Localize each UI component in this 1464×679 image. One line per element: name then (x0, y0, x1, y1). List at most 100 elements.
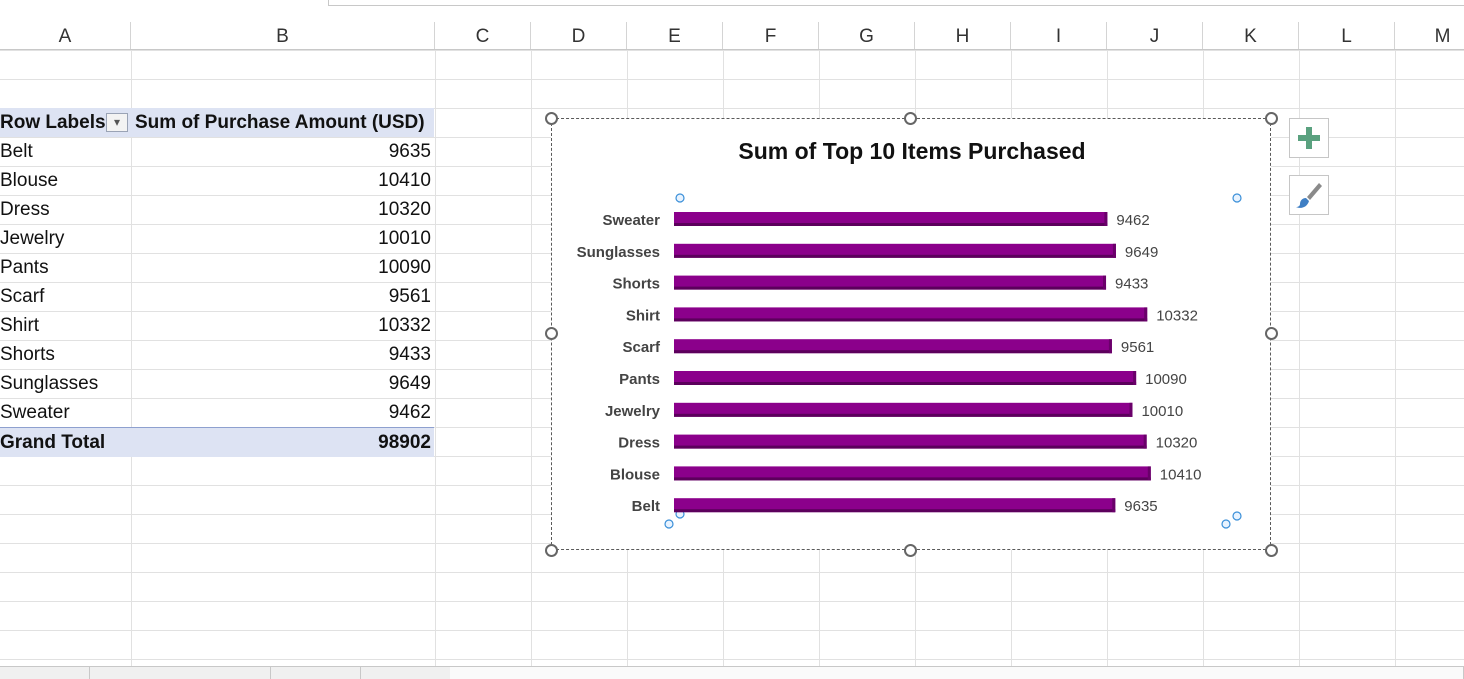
plot-area-handle[interactable] (675, 193, 685, 203)
pivot-row-label: Shorts (0, 344, 55, 365)
row-gridline (0, 659, 1464, 660)
column-header-i[interactable]: I (1011, 22, 1107, 49)
column-header-a[interactable]: A (0, 22, 131, 49)
chart-area[interactable]: Sum of Top 10 Items Purchased Sweater 946… (551, 118, 1271, 550)
sum-header[interactable]: Sum of Purchase Amount (USD) (135, 112, 425, 134)
chart-elements-button[interactable] (1289, 118, 1329, 158)
column-header-k[interactable]: K (1203, 22, 1299, 49)
sheet-tab[interactable] (90, 667, 271, 679)
pivot-row[interactable]: Pants 10090 (0, 253, 434, 282)
data-label: 9649 (1125, 244, 1158, 261)
bar-side[interactable] (1129, 402, 1133, 417)
pivot-row-value: 9635 (388, 141, 431, 162)
pivot-row[interactable]: Jewelry 10010 (0, 224, 434, 253)
column-header-d[interactable]: D (531, 22, 627, 49)
grand-total-row[interactable]: Grand Total 98902 (0, 427, 434, 457)
plot-area-handle[interactable] (1232, 511, 1242, 521)
sheet-tab[interactable] (271, 667, 361, 679)
column-header-g[interactable]: G (819, 22, 915, 49)
pivot-row-value: 10010 (378, 228, 431, 249)
column-header-b[interactable]: B (131, 22, 435, 49)
category-label: Shorts (612, 276, 660, 293)
resize-handle-top-right[interactable] (1265, 112, 1278, 125)
bar-side[interactable] (1147, 466, 1151, 481)
pivot-row-label: Sweater (0, 402, 70, 423)
column-header-h[interactable]: H (915, 22, 1011, 49)
pivot-row[interactable]: Scarf 9561 (0, 282, 434, 311)
category-label: Pants (619, 371, 660, 388)
horizontal-scrollbar[interactable] (450, 667, 1464, 679)
pivot-row-label: Pants (0, 257, 49, 278)
sheet-tab[interactable] (0, 667, 90, 679)
category-label: Blouse (610, 466, 660, 483)
bar-shadow[interactable] (674, 318, 1148, 322)
column-header-f[interactable]: F (723, 22, 819, 49)
data-label: 10090 (1145, 371, 1187, 388)
formula-bar[interactable] (328, 0, 1464, 6)
bar-side[interactable] (1112, 498, 1116, 513)
resize-handle-top-left[interactable] (545, 112, 558, 125)
bar-shadow[interactable] (674, 445, 1147, 449)
bar-side[interactable] (1104, 212, 1108, 226)
bar-shadow[interactable] (674, 509, 1116, 513)
pivot-row-value: 9462 (388, 402, 431, 423)
plot-area-handle[interactable] (1232, 193, 1242, 203)
bar-side[interactable] (1144, 307, 1148, 322)
bar-shadow[interactable] (674, 382, 1137, 385)
resize-handle-top[interactable] (904, 112, 917, 125)
chart-styles-button[interactable] (1289, 175, 1329, 215)
category-label: Jewelry (605, 403, 661, 420)
bar-side[interactable] (1108, 339, 1112, 354)
row-gridline (0, 601, 1464, 602)
plot-area-handle[interactable] (1221, 519, 1231, 529)
bar-shadow[interactable] (674, 286, 1107, 290)
bar-shadow[interactable] (674, 477, 1151, 481)
column-header-m[interactable]: M (1395, 22, 1464, 49)
column-header-l[interactable]: L (1299, 22, 1395, 49)
bar-shadow[interactable] (674, 350, 1112, 354)
filter-dropdown-icon[interactable]: ▾ (106, 113, 128, 132)
pivot-row-label: Shirt (0, 315, 40, 336)
brush-icon (1296, 183, 1322, 208)
row-labels-header[interactable]: Row Labels (0, 112, 106, 134)
grand-total-value: 98902 (378, 432, 431, 453)
bar-side[interactable] (1143, 434, 1147, 449)
bar-chart[interactable]: Sweater 9462 Sunglasses 9649 Shorts 9433 Shirt… (552, 119, 1272, 551)
resize-handle-bottom-right[interactable] (1265, 544, 1278, 557)
pivot-row[interactable]: Blouse 10410 (0, 166, 434, 195)
resize-handle-right[interactable] (1265, 327, 1278, 340)
bar-side[interactable] (1133, 371, 1137, 385)
pivot-row[interactable]: Sweater 9462 (0, 398, 434, 427)
pivot-row[interactable]: Sunglasses 9649 (0, 369, 434, 398)
resize-handle-left[interactable] (545, 327, 558, 340)
pivot-row[interactable]: Shirt 10332 (0, 311, 434, 340)
bar-side[interactable] (1103, 275, 1107, 290)
data-label: 9433 (1115, 276, 1148, 293)
pivot-row-value: 10090 (378, 257, 431, 278)
pivot-row-value: 10332 (378, 315, 431, 336)
plot-area-handle[interactable] (664, 519, 674, 529)
column-header-e[interactable]: E (627, 22, 723, 49)
bar-side[interactable] (1112, 243, 1116, 258)
data-label: 9635 (1124, 498, 1157, 515)
pivot-row-label: Sunglasses (0, 373, 99, 394)
pivot-row-label: Blouse (0, 170, 59, 191)
pivot-row[interactable]: Shorts 9433 (0, 340, 434, 369)
grand-total-label: Grand Total (0, 432, 106, 453)
resize-handle-bottom[interactable] (904, 544, 917, 557)
column-header-c[interactable]: C (435, 22, 531, 49)
row-gridline (0, 630, 1464, 631)
pivot-row[interactable]: Dress 10320 (0, 195, 434, 224)
column-headers: A B C D E F G H I J K L M (0, 22, 1464, 50)
bar-shadow[interactable] (674, 413, 1133, 417)
pivot-row-value: 9433 (388, 344, 431, 365)
column-gridline (1395, 50, 1396, 666)
bar-shadow[interactable] (674, 223, 1108, 226)
category-label: Dress (618, 435, 660, 452)
resize-handle-bottom-left[interactable] (545, 544, 558, 557)
pivot-row-value: 10410 (378, 170, 431, 191)
pivot-row[interactable]: Belt 9635 (0, 137, 434, 166)
bar-shadow[interactable] (674, 254, 1116, 258)
pivot-row-value: 9561 (388, 286, 431, 307)
column-header-j[interactable]: J (1107, 22, 1203, 49)
